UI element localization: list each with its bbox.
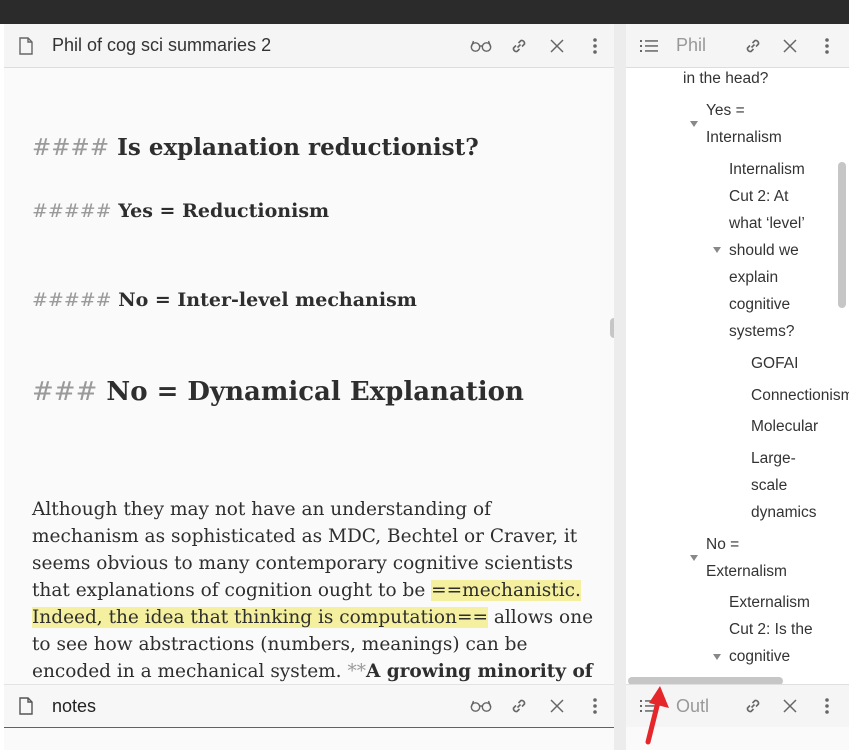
outline-item[interactable]: Externalism (729, 589, 810, 616)
outline-item[interactable]: systems? (729, 318, 794, 345)
highlighted-text: ==mechanistic. (431, 580, 581, 601)
link-icon (746, 699, 759, 713)
link-icon (512, 39, 526, 52)
outline-item[interactable]: Internalism (706, 124, 782, 151)
heading-text: No = Inter-level mechanism (118, 289, 417, 311)
more-options-button[interactable] (808, 691, 845, 721)
close-icon (550, 699, 564, 713)
close-pane-button[interactable] (538, 691, 576, 721)
outline-item[interactable]: Molecular (751, 413, 818, 440)
paragraph-text: that explanations of cognition ought to … (32, 580, 432, 601)
outline-item[interactable]: explain (729, 264, 778, 291)
outline-item[interactable]: Yes = (706, 97, 745, 124)
close-icon (782, 699, 797, 713)
editor-content-area[interactable]: #### Is explanation reductionist? ##### … (4, 68, 614, 684)
annotation-arrow-icon (645, 686, 669, 745)
outline-item[interactable]: GOFAI (751, 350, 798, 377)
more-options-icon (593, 698, 597, 714)
more-options-icon (824, 698, 829, 714)
notes-pane-title[interactable]: notes (52, 696, 462, 717)
outline-item[interactable]: dynamics (751, 499, 816, 526)
heading-h5-no[interactable]: ##### No = Inter-level mechanism (32, 289, 417, 311)
more-options-icon (824, 37, 829, 54)
more-options-button[interactable] (576, 31, 614, 61)
paragraph-line: Indeed, the idea that thinking is comput… (32, 604, 594, 631)
paragraph-text: encoded in a mechanical system. (32, 661, 348, 682)
notes-pane-header[interactable]: notes (4, 684, 614, 729)
markdown-marker: #### (32, 135, 110, 161)
link-button[interactable] (500, 31, 538, 61)
outline-tree[interactable]: in the head? Yes = Internalism Internali… (626, 68, 849, 678)
editor-pane-title[interactable]: Phil of cog sci summaries 2 (52, 35, 462, 56)
markdown-marker: ### (32, 377, 98, 407)
heading-h4[interactable]: #### Is explanation reductionist? (32, 134, 479, 161)
outline-item[interactable]: cognitive (729, 291, 790, 318)
link-icon (746, 39, 759, 52)
notes-content-area[interactable] (4, 728, 614, 750)
editor-pane: Phil of cog sci summaries 2 #### Is expl… (4, 24, 614, 750)
markdown-marker: ** (347, 661, 366, 682)
paragraph-text: allows one (487, 607, 594, 628)
glasses-icon (470, 40, 492, 52)
file-icon (18, 696, 34, 716)
heading-text: Yes = Reductionism (118, 200, 330, 222)
heading-h5-yes[interactable]: ##### Yes = Reductionism (32, 200, 329, 222)
outline-item[interactable]: cognitive (729, 643, 790, 670)
collapse-arrow-icon[interactable] (713, 247, 721, 253)
file-icon (18, 36, 34, 56)
outline-item[interactable]: Internalism (729, 156, 805, 183)
outline-item[interactable]: what ‘level’ (729, 210, 805, 237)
paragraph-line: seems obvious to many contemporary cogni… (32, 553, 573, 574)
paragraph-line: that explanations of cognition ought to … (32, 577, 592, 604)
close-icon (782, 38, 797, 53)
list-icon (640, 38, 658, 54)
bold-text: A growing minority of (365, 661, 593, 682)
link-button[interactable] (500, 691, 538, 721)
glasses-icon (470, 700, 492, 712)
collapse-arrow-icon[interactable] (690, 555, 698, 561)
outline-vertical-scrollbar[interactable] (838, 162, 846, 308)
markdown-marker: ##### (32, 200, 112, 222)
close-pane-button[interactable] (771, 31, 808, 61)
outline-item[interactable]: in the head? (683, 68, 768, 92)
highlighted-text: Indeed, the idea that thinking is comput… (32, 607, 488, 628)
outline-footer-title[interactable]: Outl (676, 696, 712, 717)
outline-item[interactable]: Large- (751, 445, 796, 472)
heading-h3[interactable]: ### No = Dynamical Explanation (32, 377, 524, 407)
outline-pane-header[interactable]: Phil (626, 24, 849, 68)
outline-item[interactable]: scale (751, 472, 787, 499)
heading-text: No = Dynamical Explanation (106, 377, 524, 407)
outline-item[interactable]: Cut 2: At (729, 183, 788, 210)
pane-divider[interactable] (614, 24, 626, 750)
outline-item[interactable]: Externalism (706, 558, 787, 585)
collapse-arrow-icon[interactable] (690, 121, 698, 127)
collapse-arrow-icon[interactable] (713, 654, 721, 660)
outline-item[interactable]: should we (729, 237, 799, 264)
reading-view-button[interactable] (462, 691, 500, 721)
paragraph-line: mechanism as sophisticated as MDC, Becht… (32, 526, 578, 547)
paragraph-line: encoded in a mechanical system. **A grow… (32, 658, 593, 684)
link-icon (512, 699, 526, 713)
link-button[interactable] (734, 691, 771, 721)
more-options-button[interactable] (576, 691, 614, 721)
link-button[interactable] (734, 31, 771, 61)
editor-pane-header[interactable]: Phil of cog sci summaries 2 (4, 24, 614, 68)
window-titlebar (0, 0, 849, 24)
close-pane-button[interactable] (771, 691, 808, 721)
reading-view-button[interactable] (462, 31, 500, 61)
outline-pane-title[interactable]: Phil (676, 35, 712, 56)
body-paragraph[interactable]: Although they may not have an understand… (32, 496, 594, 684)
more-options-icon (593, 37, 597, 54)
close-pane-button[interactable] (538, 31, 576, 61)
heading-text: Is explanation reductionist? (117, 134, 479, 161)
outline-item[interactable]: No = (706, 531, 739, 558)
outline-pane: Phil in the head? Yes = Internalism Inte… (626, 24, 849, 750)
markdown-marker: ##### (32, 289, 112, 311)
outline-item[interactable]: Connectionism (751, 382, 849, 409)
paragraph-line: Although they may not have an understand… (32, 499, 491, 520)
close-icon (550, 38, 564, 53)
more-options-button[interactable] (808, 31, 845, 61)
paragraph-line: to see how abstractions (numbers, meanin… (32, 634, 528, 655)
outline-item[interactable]: Cut 2: Is the (729, 616, 813, 643)
